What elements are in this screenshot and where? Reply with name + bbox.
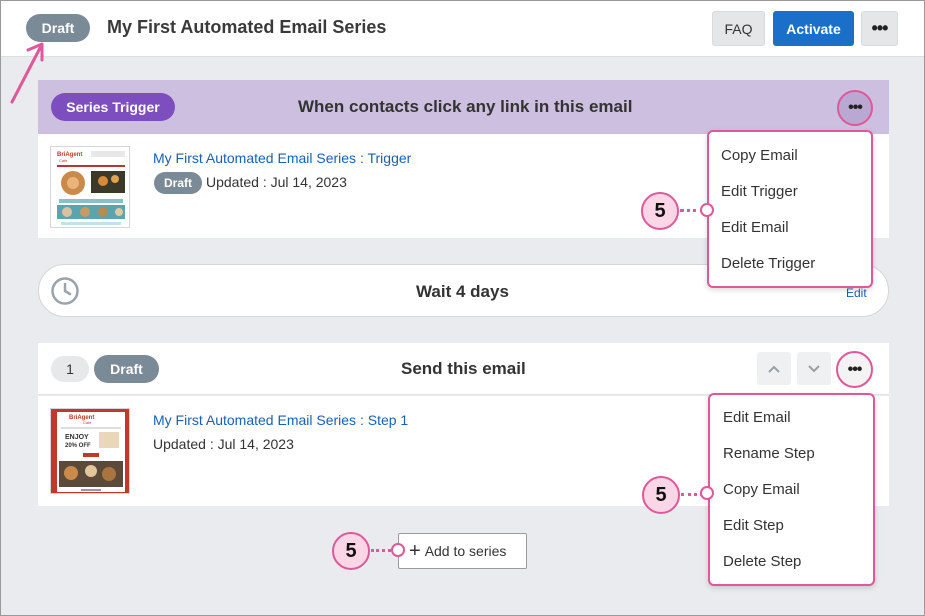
add-to-series-label: Add to series	[424, 543, 507, 559]
step-actions-menu: Edit Email Rename Step Copy Email Edit S…	[708, 393, 875, 586]
step-email-thumbnail[interactable]: BriAgent Cafe ENJOY 20% OFF	[50, 408, 130, 494]
callout-badge-add-series: 5	[332, 532, 370, 570]
menu-item-delete-step[interactable]: Delete Step	[723, 553, 801, 570]
callout-target-dot	[700, 486, 714, 500]
step-updated-date: Updated : Jul 14, 2023	[153, 436, 294, 452]
email-preview-image: BriAgent Cafe	[51, 147, 129, 227]
chevron-down-icon	[808, 364, 820, 372]
email-preview-image: BriAgent Cafe ENJOY 20% OFF	[51, 409, 129, 493]
trigger-email-thumbnail[interactable]: BriAgent Cafe	[50, 146, 130, 228]
thumb-headline-2: 20% OFF	[65, 443, 91, 449]
menu-item-edit-email[interactable]: Edit Email	[723, 409, 791, 426]
activate-button[interactable]: Activate	[773, 11, 854, 46]
move-step-up-button[interactable]	[757, 352, 791, 385]
menu-item-copy-email[interactable]: Copy Email	[721, 147, 798, 164]
move-step-down-button[interactable]	[797, 352, 831, 385]
thumb-brand-sub: Cafe	[83, 420, 92, 425]
wait-duration: Wait 4 days	[416, 282, 509, 301]
trigger-updated-date: Updated : Jul 14, 2023	[206, 174, 347, 190]
chevron-up-icon	[768, 365, 780, 373]
trigger-actions-menu: Copy Email Edit Trigger Edit Email Delet…	[707, 130, 873, 288]
trigger-more-button[interactable]: •••	[837, 90, 873, 126]
menu-item-delete-trigger[interactable]: Delete Trigger	[721, 255, 815, 272]
header-more-button[interactable]: •••	[861, 11, 898, 46]
plus-icon: +	[409, 540, 421, 562]
menu-item-edit-email[interactable]: Edit Email	[721, 219, 789, 236]
add-to-series-button[interactable]: + Add to series	[398, 533, 527, 569]
callout-target-dot	[700, 203, 714, 217]
menu-item-copy-email[interactable]: Copy Email	[723, 481, 800, 498]
series-status-badge: Draft	[26, 14, 90, 42]
page-title: My First Automated Email Series	[107, 17, 387, 37]
thumb-brand-sub: Cafe	[59, 158, 68, 163]
step-status-badge: Draft	[94, 355, 159, 383]
trigger-status-badge: Draft	[154, 172, 202, 194]
trigger-email-link[interactable]: My First Automated Email Series : Trigge…	[153, 150, 411, 166]
thumb-headline-1: ENJOY	[65, 434, 89, 441]
step-title: Send this email	[401, 359, 526, 378]
wait-edit-link[interactable]: Edit	[846, 286, 867, 300]
trigger-description: When contacts click any link in this ema…	[298, 97, 633, 116]
step-more-button[interactable]: •••	[836, 351, 873, 388]
menu-item-rename-step[interactable]: Rename Step	[723, 445, 815, 462]
callout-badge-trigger-menu: 5	[641, 192, 679, 230]
faq-button[interactable]: FAQ	[712, 11, 765, 46]
clock-icon	[51, 277, 79, 305]
menu-item-edit-trigger[interactable]: Edit Trigger	[721, 183, 798, 200]
step-email-link[interactable]: My First Automated Email Series : Step 1	[153, 412, 408, 428]
callout-connector	[371, 549, 391, 552]
menu-item-edit-step[interactable]: Edit Step	[723, 517, 784, 534]
step-number-badge: 1	[51, 356, 89, 382]
series-trigger-badge: Series Trigger	[51, 93, 175, 121]
callout-badge-step-menu: 5	[642, 476, 680, 514]
callout-target-dot	[391, 543, 405, 557]
